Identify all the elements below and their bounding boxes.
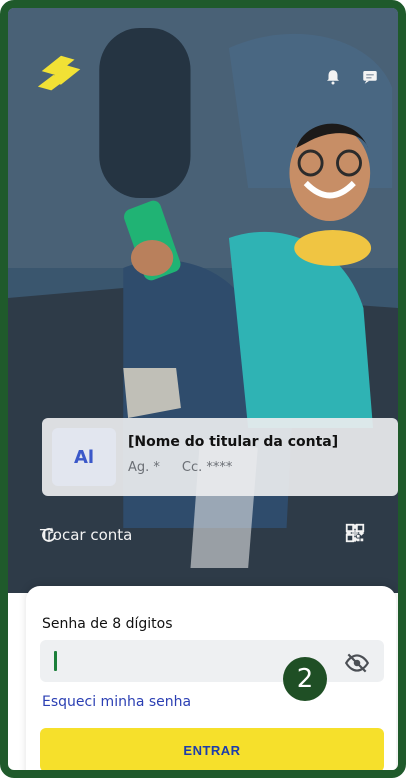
- bell-icon[interactable]: [324, 68, 342, 86]
- avatar-initials: Al: [73, 446, 95, 468]
- agency-label: Ag. *: [128, 460, 160, 475]
- enter-button[interactable]: ENTRAR: [40, 728, 384, 770]
- account-card[interactable]: Al [Nome do titular da conta] Ag. * Cc. …: [42, 418, 398, 496]
- account-number-label: Cc. ****: [181, 460, 233, 475]
- app-frame: Al [Nome do titular da conta] Ag. * Cc. …: [0, 0, 406, 778]
- account-avatar: Al: [52, 428, 116, 486]
- account-holder-name: [Nome do titular da conta]: [128, 434, 339, 450]
- switch-account-button[interactable]: Trocar conta: [40, 526, 132, 544]
- eye-off-icon[interactable]: [344, 650, 370, 673]
- step-badge: 2: [283, 657, 327, 701]
- top-bar: [8, 30, 398, 91]
- account-details: Ag. * Cc. ****: [128, 460, 232, 475]
- bb-logo: [34, 48, 88, 102]
- refresh-icon: [42, 527, 56, 542]
- login-panel: Senha de 8 dígitos Esqueci minha senha 2…: [26, 586, 396, 770]
- password-input[interactable]: [40, 640, 384, 682]
- chat-icon[interactable]: [360, 68, 380, 86]
- hero-photo: Al [Nome do titular da conta] Ag. * Cc. …: [8, 8, 398, 593]
- text-caret: [54, 651, 57, 671]
- password-label: Senha de 8 dígitos: [42, 616, 173, 632]
- forgot-password-link[interactable]: Esqueci minha senha: [42, 694, 191, 710]
